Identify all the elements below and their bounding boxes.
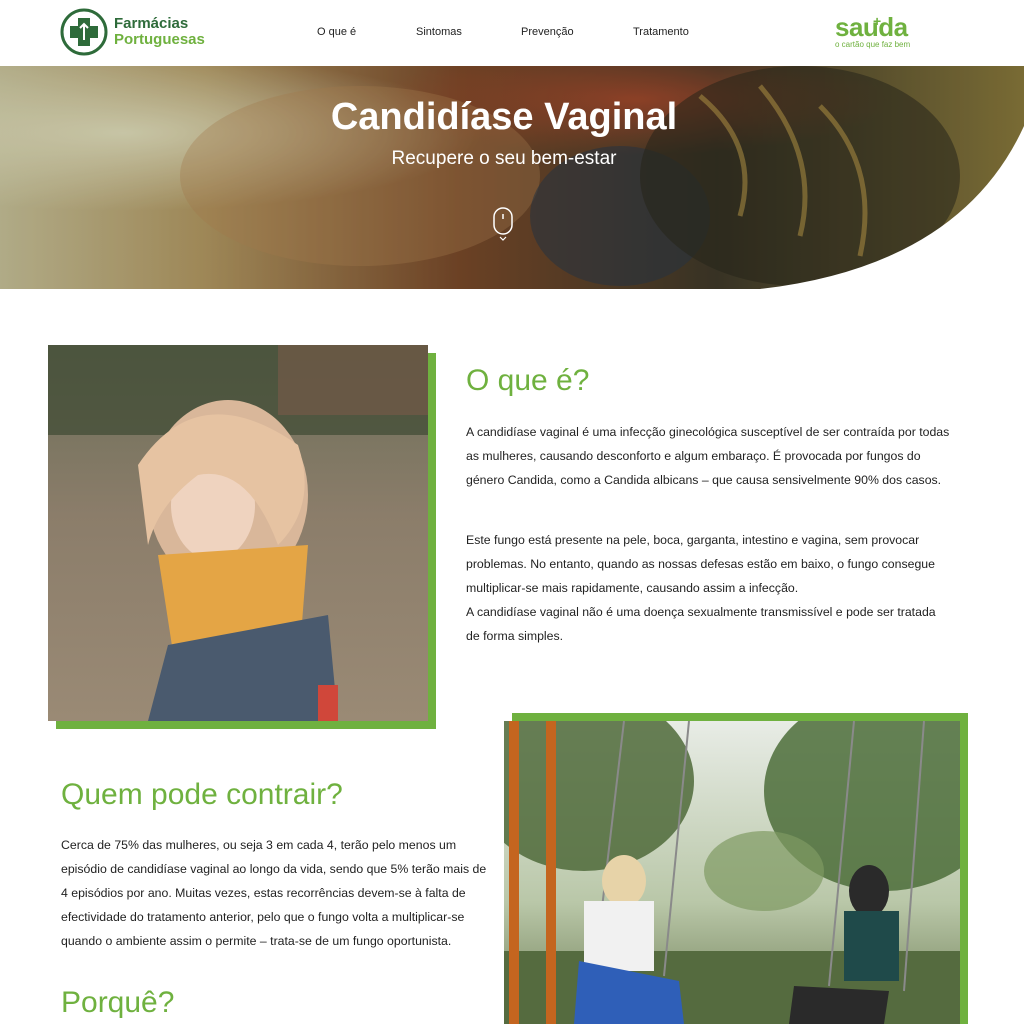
nav-item-prevencao[interactable]: Prevenção <box>521 26 574 38</box>
sauda-logo[interactable]: sauda + o cartão que faz bem <box>835 12 925 56</box>
paragraph-o-que-e-2: Este fungo está presente na pele, boca, … <box>466 533 935 595</box>
nav-item-sintomas[interactable]: Sintomas <box>416 26 462 38</box>
paragraph-o-que-e-3: A candidíase vaginal não é uma doença se… <box>466 605 936 643</box>
nav-item-o-que-e[interactable]: O que é <box>317 26 356 38</box>
section-title-porque: Porquê? <box>61 986 175 1019</box>
nav-item-tratamento[interactable]: Tratamento <box>633 26 689 38</box>
paragraph-o-que-e-1: A candidíase vaginal é uma infecção gine… <box>466 425 950 487</box>
farmacias-portuguesas-logo[interactable]: Farmácias Portuguesas <box>60 8 205 56</box>
scroll-down-mouse-icon[interactable] <box>492 206 514 242</box>
hero-title: Candidíase Vaginal <box>330 96 678 138</box>
brand-line1: Farmácias <box>114 15 189 32</box>
hero-subtitle: Recupere o seu bem-estar <box>391 148 617 169</box>
plus-icon: + <box>873 13 881 29</box>
brand-line2: Portuguesas <box>114 31 205 48</box>
hero-banner: Candidíase Vaginal Recupere o seu bem-es… <box>0 66 1024 289</box>
sauda-word: sauda <box>835 12 908 42</box>
pharmacy-cross-icon <box>60 8 108 56</box>
section-title-o-que-e: O que é? <box>466 364 590 397</box>
site-header: Farmácias Portuguesas O que é Sintomas P… <box>0 0 1024 66</box>
paragraph-quem-pode-contrair: Cerca de 75% das mulheres, ou seja 3 em … <box>61 838 487 948</box>
woman-smiling-photo <box>48 345 428 721</box>
women-on-swings-photo <box>504 721 960 1024</box>
section-title-quem-pode-contrair: Quem pode contrair? <box>61 778 343 811</box>
